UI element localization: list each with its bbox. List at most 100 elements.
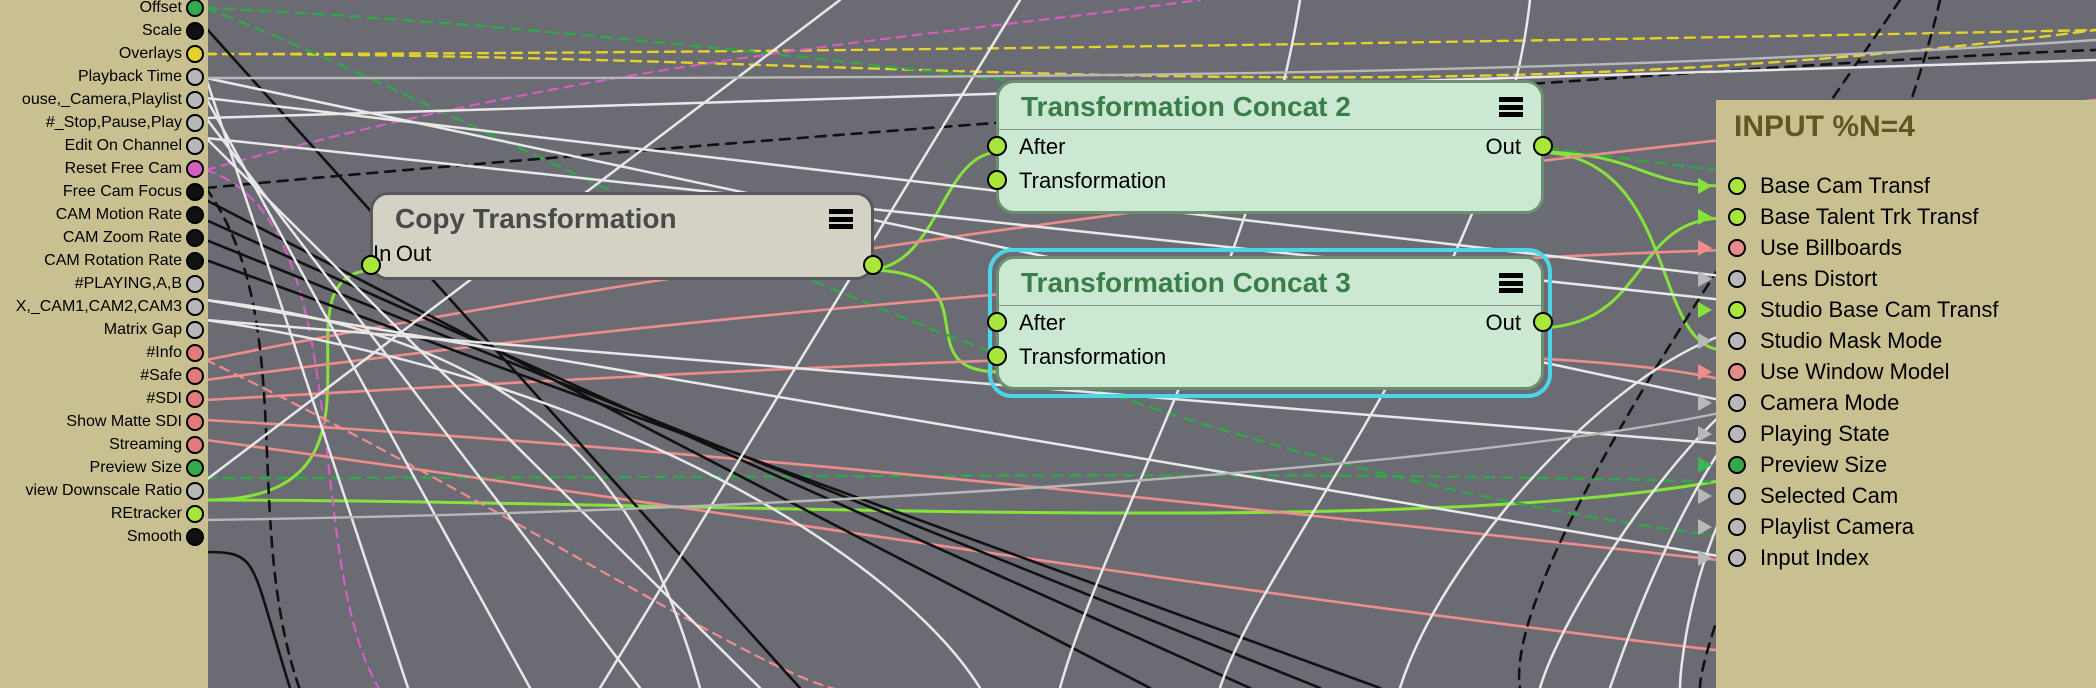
param-label: Preview Size (1760, 452, 1887, 477)
output-port[interactable] (186, 321, 204, 339)
input-port[interactable] (1728, 518, 1746, 536)
left-param-row: CAM Rotation Rate (0, 249, 208, 272)
right-param-row: Studio Mask Mode (1716, 325, 2096, 356)
left-param-row: Scale (0, 19, 208, 42)
param-label: Base Talent Trk Transf (1760, 204, 1978, 229)
output-port[interactable] (186, 344, 204, 362)
output-port[interactable] (186, 252, 204, 270)
arrow-icon (1698, 364, 1712, 380)
output-port[interactable] (186, 459, 204, 477)
node-title: Transformation Concat 3 (1021, 267, 1351, 299)
param-label: Input Index (1760, 545, 1869, 570)
input-port[interactable] (1728, 425, 1746, 443)
right-param-row: Use Window Model (1716, 356, 2096, 387)
output-port[interactable] (186, 482, 204, 500)
left-param-row: Preview Size (0, 456, 208, 479)
input-port[interactable] (1728, 363, 1746, 381)
output-port[interactable] (186, 0, 204, 17)
right-param-row: Base Cam Transf (1716, 170, 2096, 201)
input-port[interactable] (1728, 394, 1746, 412)
param-label: Use Window Model (1760, 359, 1950, 384)
hamburger-icon[interactable] (1499, 95, 1523, 120)
left-param-row: REtracker (0, 502, 208, 525)
output-port[interactable] (186, 206, 204, 224)
right-param-row: Preview Size (1716, 449, 2096, 480)
node-transformation-concat-2[interactable]: Transformation Concat 2 After Out Transf… (996, 80, 1544, 214)
right-param-row: Studio Base Cam Transf (1716, 294, 2096, 325)
output-port[interactable] (186, 275, 204, 293)
output-port[interactable] (186, 45, 204, 63)
input-port[interactable] (1728, 332, 1746, 350)
output-port[interactable] (186, 137, 204, 155)
param-label: Smooth (127, 528, 182, 545)
arrow-icon (1698, 519, 1712, 535)
port-transformation[interactable] (987, 346, 1007, 366)
param-label: Scale (142, 22, 182, 39)
param-label: Base Cam Transf (1760, 173, 1930, 198)
param-label: #_Stop,Pause,Play (46, 114, 182, 131)
output-port[interactable] (186, 91, 204, 109)
input-port[interactable] (1728, 208, 1746, 226)
output-port[interactable] (186, 413, 204, 431)
input-port[interactable] (1728, 239, 1746, 257)
output-port[interactable] (186, 160, 204, 178)
output-port[interactable] (186, 298, 204, 316)
arrow-icon (1698, 488, 1712, 504)
param-label: Show Matte SDI (66, 413, 182, 430)
right-param-row: Camera Mode (1716, 387, 2096, 418)
left-param-row: view Downscale Ratio (0, 479, 208, 502)
left-param-row: Smooth (0, 525, 208, 548)
port-out[interactable] (1533, 312, 1553, 332)
node-copy-transformation[interactable]: Copy Transformation In Out (370, 192, 874, 280)
right-panel-title: INPUT %N=4 (1716, 100, 2096, 148)
output-port[interactable] (186, 436, 204, 454)
param-label: Use Billboards (1760, 235, 1902, 260)
output-port[interactable] (186, 505, 204, 523)
param-label: Overlays (119, 45, 182, 62)
input-port[interactable] (1728, 487, 1746, 505)
output-port[interactable] (186, 229, 204, 247)
output-port[interactable] (186, 390, 204, 408)
hamburger-icon[interactable] (1499, 271, 1523, 296)
output-port[interactable] (186, 183, 204, 201)
input-port[interactable] (1728, 301, 1746, 319)
output-port[interactable] (186, 68, 204, 86)
left-param-row: ouse,_Camera,Playlist (0, 88, 208, 111)
left-param-row: #Safe (0, 364, 208, 387)
arrow-icon (1698, 209, 1712, 225)
left-param-row: Offset (0, 0, 208, 19)
param-label: Studio Mask Mode (1760, 328, 1942, 353)
hamburger-icon[interactable] (829, 207, 853, 232)
node-transformation-concat-3[interactable]: Transformation Concat 3 After Out Transf… (996, 256, 1544, 390)
output-port[interactable] (186, 22, 204, 40)
left-param-row: Free Cam Focus (0, 180, 208, 203)
node-title: Transformation Concat 2 (1021, 91, 1351, 123)
param-label: ouse,_Camera,Playlist (22, 91, 182, 108)
arrow-icon (1698, 395, 1712, 411)
param-label: Camera Mode (1760, 390, 1899, 415)
param-label: Selected Cam (1760, 483, 1898, 508)
port-out-label: Out (1486, 130, 1521, 164)
input-port[interactable] (1728, 456, 1746, 474)
output-port[interactable] (186, 367, 204, 385)
output-port[interactable] (186, 528, 204, 546)
port-in[interactable] (361, 255, 381, 275)
right-param-row: Selected Cam (1716, 480, 2096, 511)
param-label: REtracker (111, 505, 182, 522)
port-transformation[interactable] (987, 170, 1007, 190)
input-port[interactable] (1728, 270, 1746, 288)
port-out-label: Out (396, 241, 431, 266)
port-after[interactable] (987, 136, 1007, 156)
param-label: Reset Free Cam (65, 160, 182, 177)
param-label: Edit On Channel (65, 137, 182, 154)
left-param-row: Playback Time (0, 65, 208, 88)
param-label: Free Cam Focus (63, 183, 182, 200)
input-port[interactable] (1728, 177, 1746, 195)
port-after[interactable] (987, 312, 1007, 332)
left-param-row: #Info (0, 341, 208, 364)
port-out[interactable] (1533, 136, 1553, 156)
output-port[interactable] (186, 114, 204, 132)
port-out[interactable] (863, 255, 883, 275)
input-port[interactable] (1728, 549, 1746, 567)
arrow-icon (1698, 333, 1712, 349)
